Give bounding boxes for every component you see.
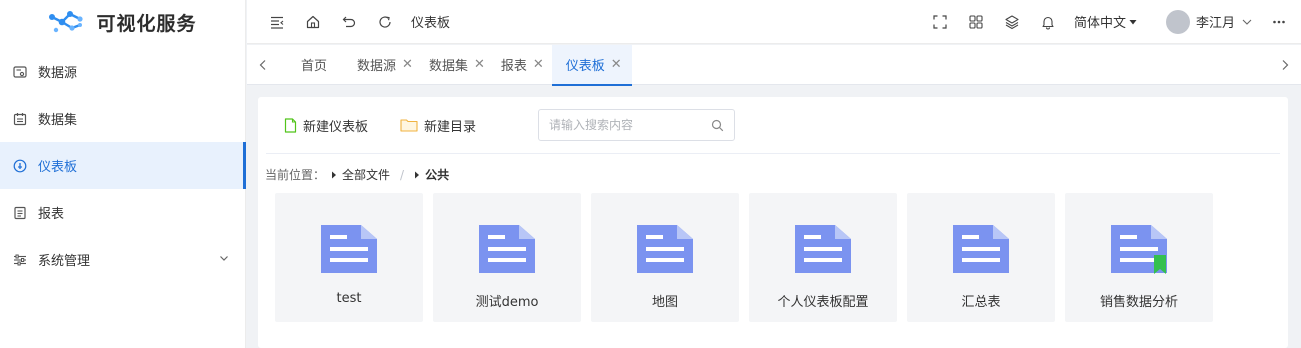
bell-icon[interactable] [1030,0,1066,44]
user-menu[interactable]: 李江月 [1165,9,1253,34]
sidebar-item-dataset[interactable]: 数据集 [0,95,245,142]
file-grid: test 测试demo 地图 个人仪表板配置 汇总表 销售数据分析 [275,193,1213,322]
document-icon [635,223,695,275]
breadcrumb-item-public[interactable]: 公共 [414,166,449,183]
caret-right-icon [414,171,420,179]
header-actions: 简体中文 李江月 [922,0,1301,44]
tab-label: 报表 [500,59,527,74]
tab-label: 数据集 [428,59,468,74]
file-tile-sales-analysis[interactable]: 销售数据分析 [1065,193,1213,322]
datasource-icon [13,65,27,79]
app-logo[interactable]: 可视化服务 [0,0,245,44]
document-icon [319,223,379,275]
fullscreen-icon[interactable] [922,0,958,44]
tab-label: 首页 [301,59,328,74]
tab-bar: 首页 数据源 ✕ 数据集 ✕ 报表 ✕ 仪表板 ✕ [247,44,1301,86]
report-icon [13,206,27,220]
file-tile-map[interactable]: 地图 [591,193,739,322]
new-folder-label: 新建目录 [424,119,477,135]
tab-home[interactable]: 首页 [293,45,335,85]
sidebar-menu: 数据源 数据集 仪表板 报表 系统管理 [0,48,246,283]
new-dashboard-button[interactable]: 新建仪表板 [284,116,368,135]
sidebar: 可视化服务 数据源 数据集 仪表板 报表 系统管理 [0,0,246,348]
tab-label: 数据源 [357,59,397,74]
settings-sliders-icon [13,253,27,267]
search-icon[interactable] [711,119,724,132]
file-tile-test-demo[interactable]: 测试demo [433,193,581,322]
file-tile-summary[interactable]: 汇总表 [907,193,1055,322]
apps-grid-icon[interactable] [958,0,994,44]
file-name: 测试demo [475,295,539,310]
file-name: 销售数据分析 [1099,295,1178,310]
tab-dashboard[interactable]: 仪表板 ✕ [551,44,632,86]
language-select[interactable]: 简体中文 [1074,12,1138,31]
tab-scroll-right-icon[interactable] [1269,45,1301,85]
tab-datasource[interactable]: 数据源 ✕ [349,45,421,85]
document-icon [477,223,537,275]
search-input[interactable] [549,118,700,132]
tab-dataset[interactable]: 数据集 ✕ [421,45,493,85]
user-name: 李江月 [1195,16,1235,31]
new-folder-button[interactable]: 新建目录 [400,116,476,135]
refresh-icon[interactable] [367,0,403,44]
close-icon[interactable]: ✕ [402,57,413,72]
document-icon [951,223,1011,275]
file-name: 汇总表 [961,295,1001,310]
file-tile-test[interactable]: test [275,193,423,322]
close-icon[interactable]: ✕ [611,57,622,72]
close-icon[interactable]: ✕ [474,57,485,72]
breadcrumb: 当前位置： 全部文件 / 公共 [265,166,449,183]
breadcrumb-label: 全部文件 [342,168,391,182]
sidebar-item-label: 仪表板 [38,160,78,175]
caret-down-icon [1128,17,1138,27]
sidebar-item-label: 报表 [38,207,65,222]
home-icon[interactable] [295,0,331,44]
path-prefix: 当前位置： [265,168,326,182]
language-label: 简体中文 [1073,16,1126,31]
close-icon[interactable]: ✕ [533,57,544,72]
sidebar-item-label: 数据集 [38,113,78,128]
dataset-icon [13,112,27,126]
tab-label: 仪表板 [565,59,605,74]
file-tile-personal-dashboard-config[interactable]: 个人仪表板配置 [749,193,897,322]
sidebar-item-label: 系统管理 [38,254,91,269]
sidebar-item-report[interactable]: 报表 [0,189,245,236]
top-header: 仪表板 简体中文 李江月 [247,0,1301,44]
chevron-down-icon [219,253,229,263]
toolbar: 新建仪表板 新建目录 [266,97,1280,154]
new-dashboard-icon [284,117,297,133]
logo-icon [48,9,84,35]
sidebar-item-dashboard[interactable]: 仪表板 [0,142,246,189]
avatar [1165,9,1190,34]
file-name: test [336,291,362,306]
sidebar-item-datasource[interactable]: 数据源 [0,48,245,95]
file-name: 个人仪表板配置 [777,295,869,310]
chevron-down-icon [1241,16,1253,28]
search-box[interactable] [538,109,736,141]
sidebar-item-label: 数据源 [38,66,78,81]
app-title: 可视化服务 [96,12,197,35]
layers-icon[interactable] [994,0,1030,44]
breadcrumb-label: 公共 [425,168,450,182]
menu-fold-icon[interactable] [259,0,295,44]
document-icon [793,223,853,275]
more-icon[interactable] [1261,0,1297,44]
folder-icon [400,118,418,132]
breadcrumb-item-all-files[interactable]: 全部文件 [331,166,390,183]
undo-icon[interactable] [331,0,367,44]
sidebar-item-system[interactable]: 系统管理 [0,236,245,283]
file-name: 地图 [651,295,678,310]
breadcrumb-separator: / [400,167,405,182]
caret-right-icon [331,171,337,179]
header-breadcrumb: 仪表板 [411,16,451,31]
new-dashboard-label: 新建仪表板 [303,119,369,135]
document-bookmarked-icon [1109,223,1169,275]
tab-report[interactable]: 报表 ✕ [493,45,552,85]
tab-scroll-left-icon[interactable] [247,45,279,85]
content-card: 新建仪表板 新建目录 当前位置： 全部文件 / 公共 [258,97,1288,348]
dashboard-icon [13,159,27,173]
